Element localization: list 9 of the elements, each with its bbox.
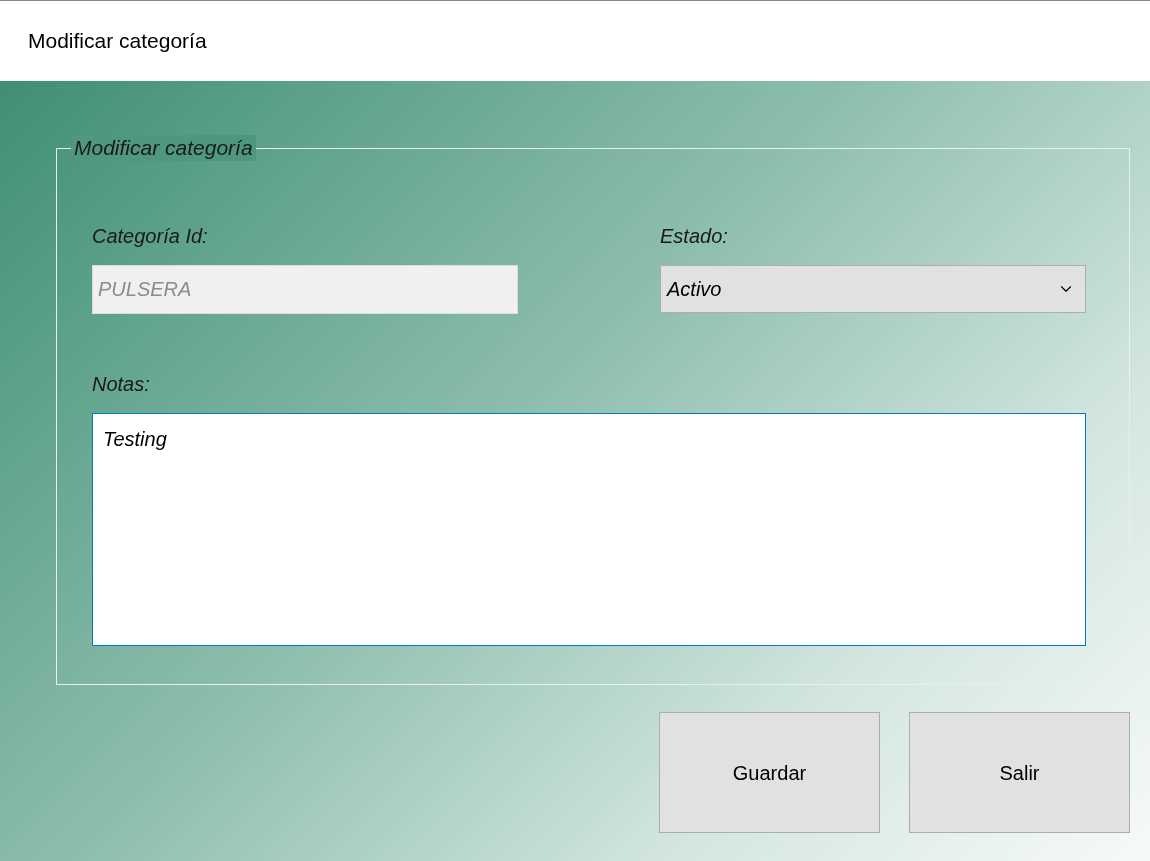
group-title: Modificar categoría (71, 135, 256, 161)
action-button[interactable]: Guardar (659, 712, 880, 833)
action-button[interactable]: Salir (909, 712, 1130, 833)
field-label: Notas: (92, 372, 151, 397)
window-title: Modificar categoría (28, 28, 207, 55)
field-label: Estado: (660, 224, 729, 249)
notes-field[interactable]: Testing (92, 413, 1086, 646)
field-label: Categoría Id: (92, 224, 209, 249)
status-dropdown[interactable]: Activo (660, 265, 1086, 313)
